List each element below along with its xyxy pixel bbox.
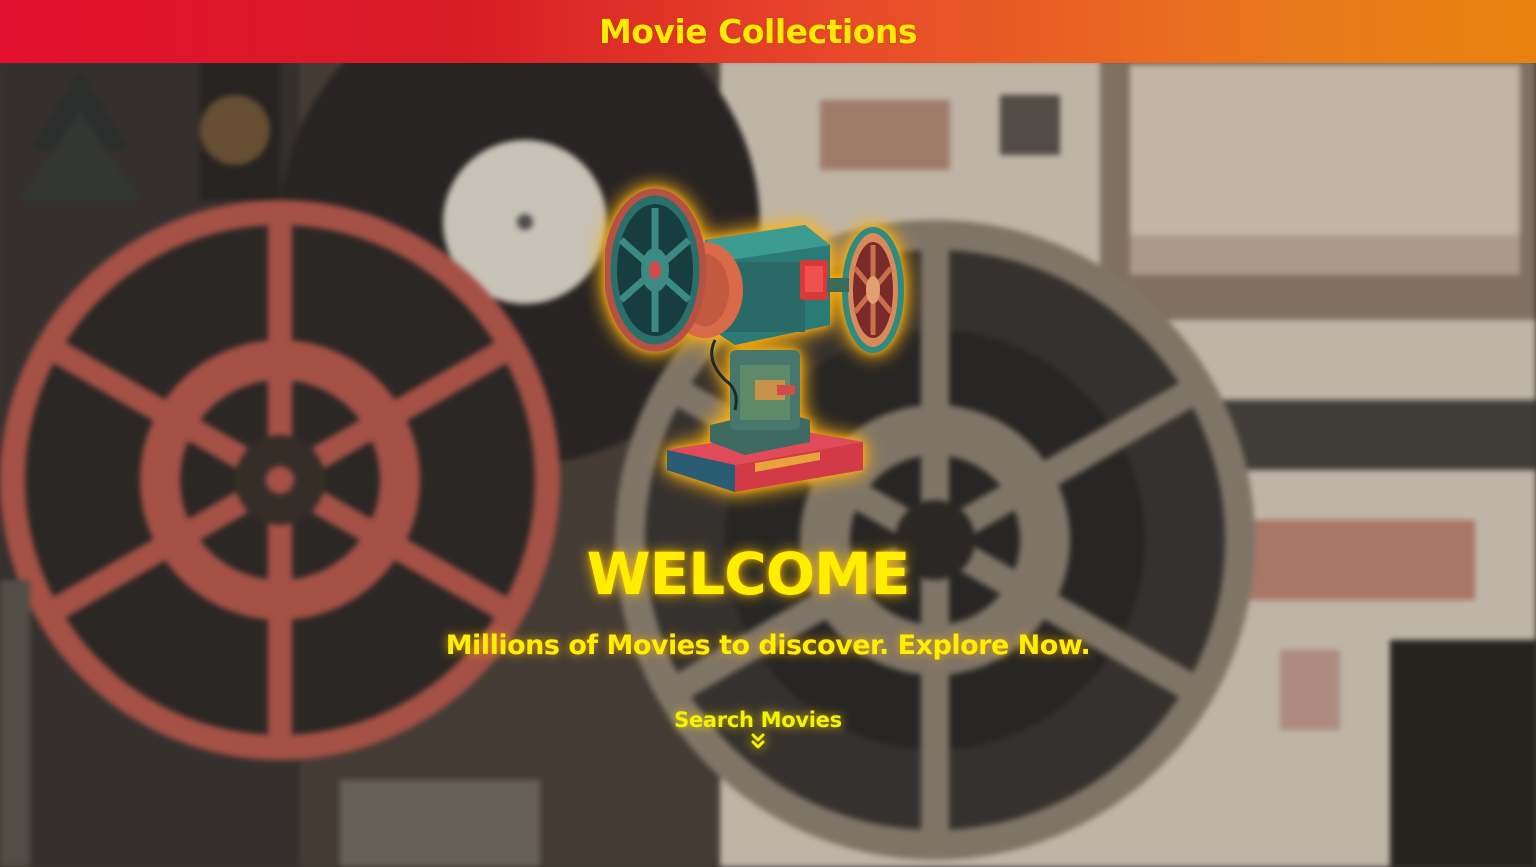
hero-tagline: Millions of Movies to discover. Explore … <box>445 630 1091 661</box>
site-title[interactable]: Movie Collections <box>599 12 918 51</box>
search-movies-label: Search Movies <box>674 708 842 732</box>
top-header-bar: Movie Collections <box>0 0 1536 63</box>
double-chevron-down-icon <box>751 733 765 749</box>
film-projector-icon <box>603 180 915 500</box>
welcome-heading: WELCOME <box>586 540 911 608</box>
search-movies-link[interactable]: Search Movies <box>658 708 858 752</box>
